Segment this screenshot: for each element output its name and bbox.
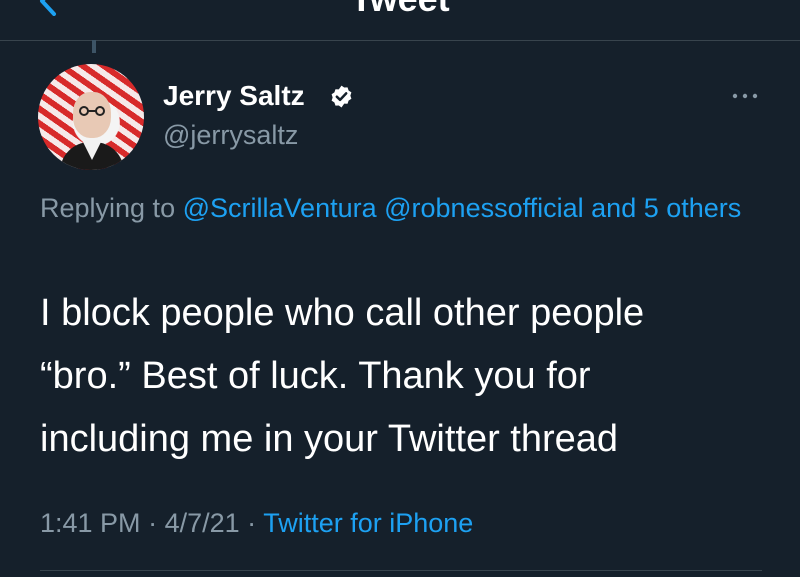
tweet-source-link[interactable]: Twitter for iPhone xyxy=(263,508,473,538)
page-title: Tweet xyxy=(0,0,800,20)
others-link[interactable]: and 5 others xyxy=(591,193,741,223)
tweet-text-line: I block people who call other people xyxy=(40,292,645,334)
top-bar: Tweet xyxy=(0,0,800,41)
replying-to: Replying to @ScrillaVentura @robnessoffi… xyxy=(40,186,770,230)
tweet-text: I block people who call other people “br… xyxy=(40,282,780,471)
avatar-glasses xyxy=(79,106,105,116)
divider xyxy=(40,570,762,571)
meta-separator: · xyxy=(247,508,264,538)
tweet-meta: 1:41 PM · 4/7/21 · Twitter for iPhone xyxy=(40,508,473,539)
replying-to-label: Replying to xyxy=(40,193,176,223)
meta-separator: · xyxy=(148,508,165,538)
more-options-icon[interactable] xyxy=(730,88,760,104)
mention-link[interactable]: @ScrillaVentura xyxy=(183,193,377,223)
tweet-date: 4/7/21 xyxy=(164,508,240,538)
author-handle[interactable]: @jerrysaltz xyxy=(163,120,298,151)
author-display-name[interactable]: Jerry Saltz xyxy=(163,80,305,112)
verified-badge-icon xyxy=(331,85,352,108)
thread-connector-line xyxy=(92,40,96,53)
avatar[interactable] xyxy=(38,64,144,170)
tweet-text-line: “bro.” Best of luck. Thank you for xyxy=(40,355,591,397)
tweet-text-line: including me in your Twitter thread xyxy=(40,418,619,460)
tweet-time: 1:41 PM xyxy=(40,508,141,538)
mention-link[interactable]: @robnessofficial xyxy=(384,193,584,223)
